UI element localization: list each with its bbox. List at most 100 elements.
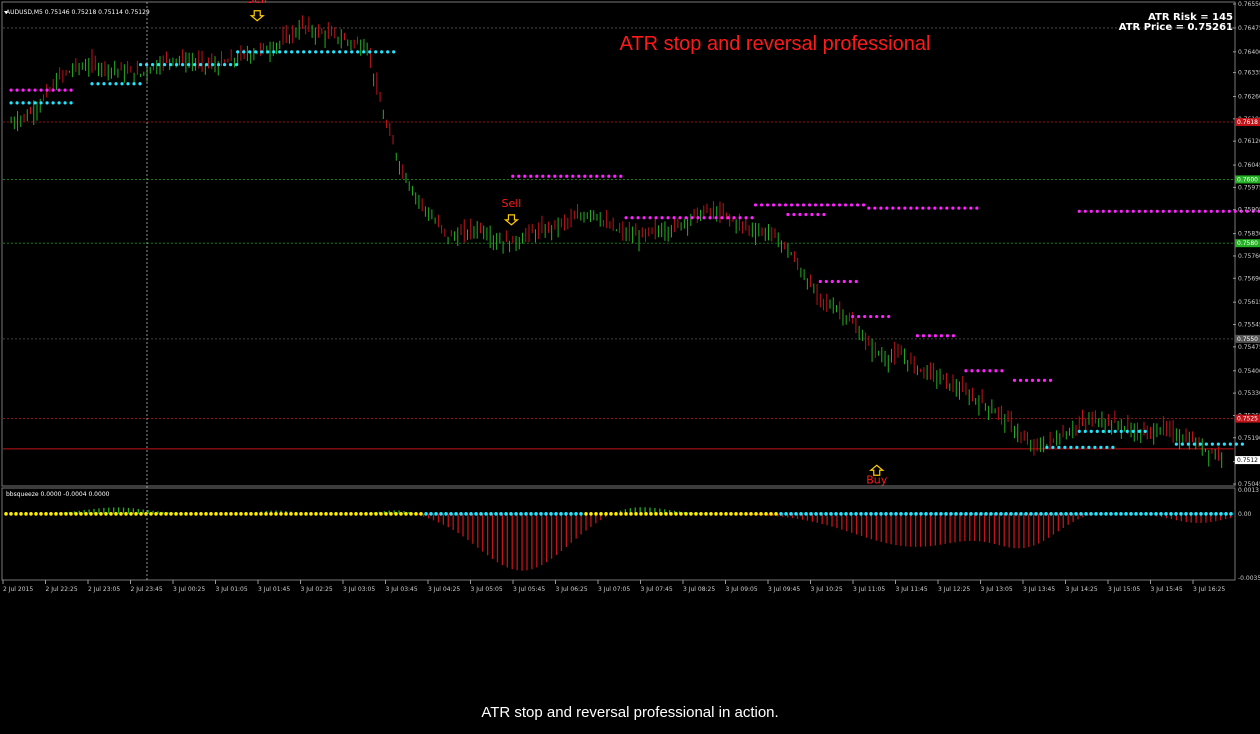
- squeeze-dot: [129, 512, 133, 516]
- squeeze-dot: [294, 512, 298, 516]
- long-stop-dot: [1131, 429, 1135, 433]
- squeeze-dot: [924, 512, 928, 516]
- short-stop-dot: [982, 369, 986, 373]
- squeeze-dot: [1139, 512, 1143, 516]
- long-stop-dot: [248, 50, 252, 54]
- time-tick-label: 3 Jul 01:05: [216, 586, 248, 593]
- squeeze-dot: [1179, 512, 1183, 516]
- long-stop-dot: [1143, 429, 1147, 433]
- short-stop-dot: [1012, 378, 1017, 382]
- long-stop-dot: [380, 50, 384, 54]
- squeeze-dot: [609, 512, 613, 516]
- squeeze-dot: [799, 512, 803, 516]
- short-stop-dot: [738, 216, 742, 220]
- squeeze-dot: [1009, 512, 1013, 516]
- short-stop-dot: [535, 174, 539, 178]
- short-stop-dot: [1137, 209, 1141, 213]
- long-stop-dot: [1077, 429, 1081, 433]
- short-stop-dot: [642, 216, 646, 220]
- squeeze-dot: [419, 512, 423, 516]
- short-stop-dot: [553, 174, 557, 178]
- long-stop-dot: [216, 62, 221, 67]
- short-stop-dot: [988, 369, 992, 373]
- squeeze-dot: [314, 512, 318, 516]
- squeeze-dot: [714, 512, 718, 516]
- squeeze-dot: [964, 512, 968, 516]
- squeeze-dot: [1189, 512, 1193, 516]
- figure-caption: ATR stop and reversal professional in ac…: [481, 704, 779, 721]
- short-stop-dot: [816, 212, 820, 217]
- short-stop-dot: [27, 88, 31, 92]
- short-stop-dot: [1024, 378, 1029, 382]
- price-tick-label: 0.75690: [1238, 275, 1260, 282]
- long-stop-dot: [1051, 445, 1055, 449]
- time-tick-label: 3 Jul 09:05: [726, 586, 758, 593]
- short-stop-dot: [1167, 209, 1171, 213]
- long-stop-dot: [266, 50, 270, 54]
- squeeze-dot: [734, 512, 738, 516]
- short-stop-dot: [1089, 209, 1093, 213]
- squeeze-dot: [399, 512, 403, 516]
- squeeze-dot: [384, 512, 388, 516]
- short-stop-dot: [885, 206, 889, 210]
- short-stop-dot: [559, 174, 563, 178]
- squeeze-dot: [94, 512, 98, 516]
- time-tick-label: 3 Jul 15:45: [1151, 586, 1183, 593]
- long-stop-dot: [1192, 442, 1196, 446]
- time-tick-label: 3 Jul 02:25: [301, 586, 333, 593]
- short-stop-dot: [750, 216, 754, 220]
- long-stop-dot: [332, 50, 336, 54]
- long-stop-dot: [296, 50, 300, 54]
- squeeze-dot: [449, 512, 453, 516]
- long-stop-dot: [1089, 429, 1093, 433]
- chart-title: ATR stop and reversal professional: [620, 33, 931, 55]
- short-stop-dot: [690, 216, 694, 220]
- squeeze-dot: [674, 512, 678, 516]
- long-stop-dot: [254, 50, 258, 54]
- squeeze-dot: [1184, 512, 1188, 516]
- squeeze-dot: [459, 512, 463, 516]
- squeeze-dot: [404, 512, 408, 516]
- squeeze-dot: [1159, 512, 1163, 516]
- long-stop-dot: [1083, 429, 1087, 433]
- squeeze-dot: [724, 512, 728, 516]
- squeeze-dot: [179, 512, 183, 516]
- short-stop-dot: [837, 203, 842, 207]
- time-tick-label: 3 Jul 13:05: [981, 586, 1013, 593]
- short-stop-dot: [969, 206, 973, 210]
- long-stop-dot: [344, 50, 348, 54]
- short-stop-dot: [795, 203, 800, 207]
- short-stop-dot: [881, 314, 885, 319]
- squeeze-dot: [1004, 512, 1008, 516]
- squeeze-dot: [234, 512, 238, 516]
- squeeze-dot: [1149, 512, 1153, 516]
- long-stop-dot: [1198, 442, 1202, 446]
- long-stop-dot: [1057, 445, 1061, 449]
- squeeze-dot: [654, 512, 658, 516]
- squeeze-dot: [219, 512, 223, 516]
- squeeze-dot: [499, 512, 503, 516]
- price-tick-label: 0.76335: [1238, 70, 1260, 77]
- squeeze-dot: [39, 512, 43, 516]
- short-stop-dot: [777, 203, 782, 207]
- long-stop-dot: [180, 62, 185, 67]
- squeeze-dot: [989, 512, 993, 516]
- squeeze-dot: [244, 512, 248, 516]
- squeeze-dot: [639, 512, 643, 516]
- short-stop-dot: [842, 279, 846, 284]
- price-label-text: 0.7550: [1237, 336, 1258, 343]
- short-stop-dot: [1000, 369, 1004, 373]
- short-stop-dot: [1221, 209, 1225, 213]
- squeeze-dot: [999, 512, 1003, 516]
- squeeze-dot: [1124, 512, 1128, 516]
- squeeze-dot: [414, 512, 418, 516]
- short-stop-dot: [824, 279, 828, 284]
- squeeze-dot: [154, 512, 158, 516]
- squeeze-dot: [939, 512, 943, 516]
- squeeze-dot: [374, 512, 378, 516]
- long-stop-dot: [356, 50, 360, 54]
- squeeze-dot: [974, 512, 978, 516]
- squeeze-dot: [859, 512, 863, 516]
- squeeze-dot: [84, 512, 88, 516]
- time-axis: 2 Jul 2015 2 Jul 22:25 2 Jul 23:05 2 Jul 23…: [2, 580, 1225, 593]
